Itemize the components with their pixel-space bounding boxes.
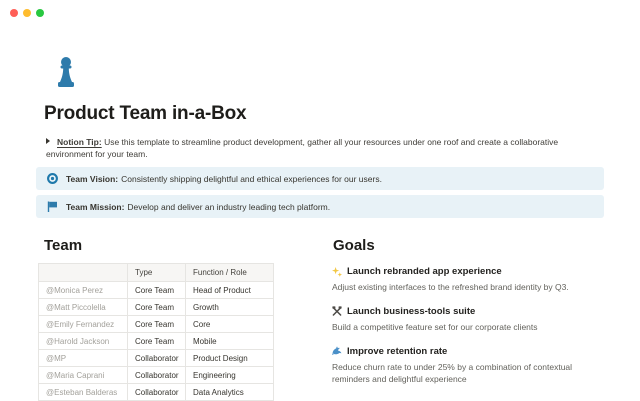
member-name-cell[interactable]: @Esteban Balderas — [38, 383, 128, 401]
table-row: @Emily Fernandez Core Team Core — [38, 315, 274, 333]
window-controls — [10, 9, 44, 17]
content-columns: Team Type Function / Role @Monica Perez … — [36, 237, 604, 401]
team-heading: Team — [44, 237, 83, 254]
goal-item[interactable]: Improve retention rate Reduce churn rate… — [332, 346, 604, 387]
member-name-cell[interactable]: @Monica Perez — [38, 281, 128, 299]
goal-item[interactable]: Launch rebranded app experience Adjust e… — [332, 266, 604, 294]
toggle-triangle-icon[interactable] — [46, 138, 50, 144]
goal-title: Launch business-tools suite — [347, 305, 476, 317]
role-cell[interactable]: Head of Product — [185, 281, 274, 299]
team-vision-text: Consistently shipping delightful and eth… — [121, 173, 382, 184]
table-row: @Matt Piccolella Core Team Growth — [38, 298, 274, 316]
goal-description: Adjust existing interfaces to the refres… — [332, 282, 569, 292]
member-column-header[interactable] — [38, 263, 128, 282]
goals-heading: Goals — [333, 237, 375, 254]
type-cell[interactable]: Core Team — [127, 281, 186, 299]
tools-icon — [332, 306, 342, 316]
table-row: @MP Collaborator Product Design — [38, 349, 274, 367]
goal-title: Improve retention rate — [347, 345, 448, 357]
type-cell[interactable]: Core Team — [127, 332, 186, 350]
role-cell[interactable]: Product Design — [185, 349, 274, 367]
type-cell[interactable]: Collaborator — [127, 349, 186, 367]
page-title: Product Team in-a-Box — [44, 103, 247, 124]
table-row: @Monica Perez Core Team Head of Product — [38, 281, 274, 299]
goal-title: Launch rebranded app experience — [347, 266, 502, 277]
role-cell[interactable]: Data Analytics — [185, 383, 274, 401]
role-cell[interactable]: Core — [185, 315, 274, 333]
member-name-cell[interactable]: @Emily Fernandez — [38, 315, 128, 333]
type-cell[interactable]: Collaborator — [127, 383, 186, 401]
table-row: @Harold Jackson Core Team Mobile — [38, 332, 274, 350]
target-icon — [47, 173, 58, 184]
role-cell[interactable]: Growth — [185, 298, 274, 316]
goal-description: Reduce churn rate to under 25% by a comb… — [332, 361, 573, 385]
minimize-window-button[interactable] — [23, 9, 31, 17]
table-row: @Esteban Balderas Collaborator Data Anal… — [38, 383, 274, 401]
role-cell[interactable]: Mobile — [185, 332, 274, 350]
dolphin-icon — [332, 346, 342, 356]
table-header-row: Type Function / Role — [38, 263, 274, 282]
team-table: Type Function / Role @Monica Perez Core … — [38, 263, 274, 401]
goal-description: Build a competitive feature set for our … — [332, 321, 538, 332]
team-mission-callout[interactable]: Team Mission: Develop and deliver an ind… — [36, 195, 604, 218]
notion-tip-text: Use this template to streamline product … — [46, 137, 559, 160]
team-vision-label: Team Vision: — [66, 173, 119, 184]
role-cell[interactable]: Engineering — [185, 366, 274, 384]
team-section: Team Type Function / Role @Monica Perez … — [36, 237, 332, 401]
pawn-icon[interactable] — [55, 56, 77, 90]
goal-item[interactable]: Launch business-tools suite Build a comp… — [332, 306, 604, 334]
table-row: @Maria Caprani Collaborator Engineering — [38, 366, 274, 384]
member-name-cell[interactable]: @Maria Caprani — [38, 366, 128, 384]
zoom-window-button[interactable] — [36, 9, 44, 17]
team-vision-callout[interactable]: Team Vision: Consistently shipping delig… — [36, 167, 604, 190]
member-name-cell[interactable]: @Matt Piccolella — [38, 298, 128, 316]
team-mission-text: Develop and deliver an industry leading … — [127, 201, 331, 212]
notion-tip-label: Notion Tip: — [57, 137, 102, 147]
team-mission-label: Team Mission: — [66, 201, 125, 212]
member-name-cell[interactable]: @Harold Jackson — [38, 332, 128, 350]
close-window-button[interactable] — [10, 9, 18, 17]
sparkles-icon — [332, 266, 342, 277]
notion-tip: Notion Tip: Use this template to streaml… — [46, 136, 598, 161]
member-name-cell[interactable]: @MP — [38, 349, 128, 367]
role-column-header[interactable]: Function / Role — [185, 263, 274, 282]
type-cell[interactable]: Core Team — [127, 298, 186, 316]
type-column-header[interactable]: Type — [127, 263, 186, 282]
type-cell[interactable]: Core Team — [127, 315, 186, 333]
goals-section: Goals Launch rebranded app experience Ad… — [332, 237, 604, 401]
flag-icon — [47, 201, 58, 212]
type-cell[interactable]: Collaborator — [127, 366, 186, 384]
